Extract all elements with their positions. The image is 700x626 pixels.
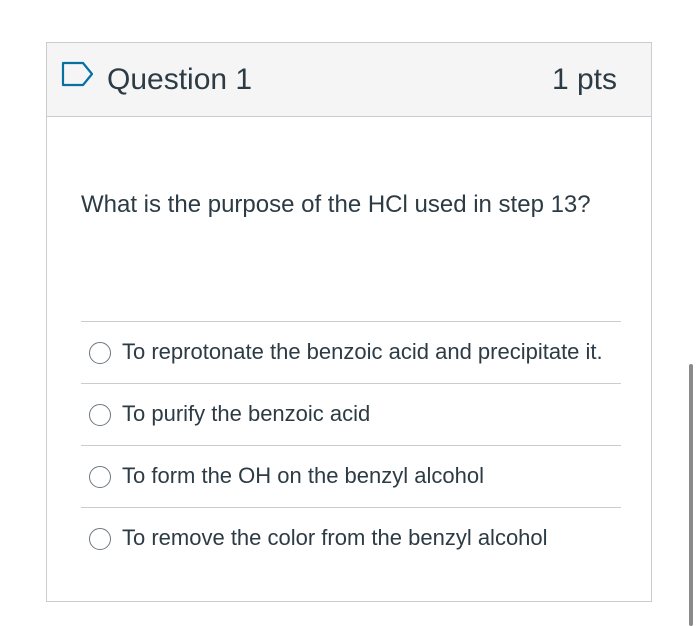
answer-label[interactable]: To purify the benzoic acid xyxy=(122,399,370,429)
flag-outline-icon[interactable] xyxy=(61,61,95,87)
question-text: What is the purpose of the HCl used in s… xyxy=(81,191,591,218)
radio-button[interactable] xyxy=(89,404,111,426)
answer-option-3[interactable]: To form the OH on the benzyl alcohol xyxy=(81,445,621,507)
radio-button[interactable] xyxy=(89,528,111,550)
answer-list: To reprotonate the benzoic acid and prec… xyxy=(81,321,621,569)
question-header: Question 1 1 pts xyxy=(47,43,651,117)
question-points: 1 pts xyxy=(551,63,617,96)
answer-label[interactable]: To reprotonate the benzoic acid and prec… xyxy=(122,337,603,367)
answer-option-4[interactable]: To remove the color from the benzyl alco… xyxy=(81,507,621,569)
answer-option-1[interactable]: To reprotonate the benzoic acid and prec… xyxy=(81,321,621,383)
radio-button[interactable] xyxy=(89,342,111,364)
answer-label[interactable]: To remove the color from the benzyl alco… xyxy=(122,523,548,553)
radio-button[interactable] xyxy=(89,466,111,488)
answer-option-2[interactable]: To purify the benzoic acid xyxy=(81,383,621,445)
question-card: Question 1 1 pts What is the purpose of … xyxy=(46,42,652,602)
question-title: Question 1 xyxy=(107,63,253,96)
answer-label[interactable]: To form the OH on the benzyl alcohol xyxy=(122,461,484,491)
scrollbar[interactable] xyxy=(689,364,693,626)
